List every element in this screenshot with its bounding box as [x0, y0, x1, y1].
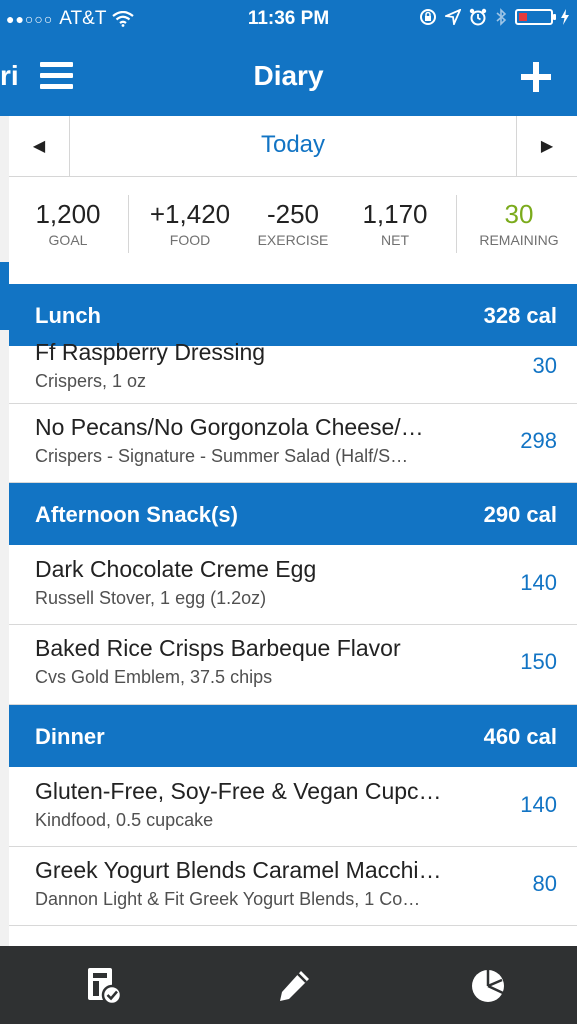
food-entry-partial[interactable]	[9, 926, 577, 946]
summary-food: +1,420 FOOD	[141, 199, 239, 248]
plus-icon[interactable]	[521, 62, 551, 92]
summary-exercise: -250 EXERCISE	[249, 199, 337, 248]
battery-icon	[515, 9, 556, 25]
net-value: 1,170	[362, 199, 428, 229]
current-date[interactable]: Today	[69, 116, 517, 176]
status-icons	[419, 8, 569, 26]
summary-divider	[128, 195, 129, 253]
food-name: Ff Raspberry Dressing	[35, 339, 266, 365]
meal-name: Afternoon Snack(s)	[35, 502, 238, 527]
meal-calories: 328 cal	[483, 303, 557, 328]
food-name: Dark Chocolate Creme Egg	[35, 556, 317, 582]
food-calories: 30	[532, 353, 557, 378]
food-name: Greek Yogurt Blends Caramel Macchi…	[35, 857, 442, 883]
meal-header-dinner[interactable]: Dinner 460 cal	[9, 705, 577, 767]
next-day-button[interactable]: ▶	[516, 116, 577, 176]
food-value: +1,420	[149, 199, 231, 229]
right-triangle-icon: ▶	[540, 138, 554, 155]
bluetooth-icon	[496, 8, 507, 26]
summary-divider	[456, 195, 457, 253]
calorie-summary[interactable]: 1,200 GOAL +1,420 FOOD -250 EXERCISE 1,1…	[9, 177, 577, 283]
tab-bar	[0, 946, 577, 1024]
exercise-label: EXERCISE	[257, 232, 329, 248]
charging-icon	[561, 9, 569, 25]
status-bar: ●●○○○ AT&T 11:36 PM	[0, 0, 577, 40]
alarm-icon	[469, 8, 487, 26]
meal-name: Dinner	[35, 724, 105, 749]
previous-day-button[interactable]: ◀	[9, 116, 70, 176]
edit-icon[interactable]	[276, 966, 316, 1006]
food-calories: 80	[532, 871, 557, 896]
food-detail: Dannon Light & Fit Greek Yogurt Blends, …	[35, 889, 421, 909]
meal-header-afternoon-snacks[interactable]: Afternoon Snack(s) 290 cal	[9, 483, 577, 545]
pie-chart-icon[interactable]	[468, 966, 508, 1006]
food-calories: 298	[520, 428, 557, 453]
summary-net: 1,170 NET	[351, 199, 439, 248]
food-entry[interactable]: No Pecans/No Gorgonzola Cheese/… Crisper…	[9, 404, 577, 483]
diary-icon[interactable]	[84, 966, 124, 1006]
food-calories: 140	[520, 792, 557, 817]
summary-goal: 1,200 GOAL	[27, 199, 109, 248]
food-detail: Crispers - Signature - Summer Salad (Hal…	[35, 446, 409, 466]
meal-calories: 290 cal	[483, 502, 557, 527]
goal-value: 1,200	[35, 199, 101, 229]
remaining-value: 30	[504, 199, 534, 229]
battery-level	[519, 13, 527, 21]
side-menu-peek	[0, 116, 9, 946]
summary-remaining: 30 REMAINING	[469, 199, 569, 248]
meal-calories: 460 cal	[483, 724, 557, 749]
food-detail: Kindfood, 0.5 cupcake	[35, 810, 214, 830]
remaining-label: REMAINING	[479, 232, 559, 248]
goal-label: GOAL	[48, 232, 88, 248]
page-title: Diary	[253, 60, 324, 91]
location-icon	[445, 9, 461, 25]
food-name: No Pecans/No Gorgonzola Cheese/…	[35, 414, 424, 440]
meal-name: Lunch	[35, 303, 101, 328]
rotation-lock-icon	[420, 9, 436, 25]
food-detail: Crispers, 1 oz	[35, 371, 147, 391]
food-calories: 150	[520, 649, 557, 674]
left-triangle-icon: ◀	[32, 138, 46, 155]
food-entry[interactable]: Gluten-Free, Soy-Free & Vegan Cupc… Kind…	[9, 768, 577, 847]
food-entry[interactable]: Ff Raspberry Dressing Crispers, 1 oz 30	[9, 333, 577, 404]
diary-panel: ◀ Today ▶ 1,200 GOAL +1,420 FOOD -250 EX…	[9, 116, 577, 946]
food-name: Baked Rice Crisps Barbeque Flavor	[35, 635, 401, 661]
side-menu-highlight	[0, 262, 9, 330]
food-name: Gluten-Free, Soy-Free & Vegan Cupc…	[35, 778, 442, 804]
food-entry[interactable]: Baked Rice Crisps Barbeque Flavor Cvs Go…	[9, 625, 577, 705]
food-detail: Cvs Gold Emblem, 37.5 chips	[35, 667, 273, 687]
date-navigator: ◀ Today ▶	[9, 116, 577, 177]
food-label: FOOD	[169, 232, 211, 248]
exercise-value: -250	[266, 199, 320, 229]
food-calories: 140	[520, 570, 557, 595]
net-label: NET	[381, 232, 409, 248]
food-entry[interactable]: Dark Chocolate Creme Egg Russell Stover,…	[9, 546, 577, 625]
nav-bar: ri Diary	[0, 40, 577, 116]
food-detail: Russell Stover, 1 egg (1.2oz)	[35, 588, 267, 608]
food-entry[interactable]: Greek Yogurt Blends Caramel Macchi… Dann…	[9, 847, 577, 926]
